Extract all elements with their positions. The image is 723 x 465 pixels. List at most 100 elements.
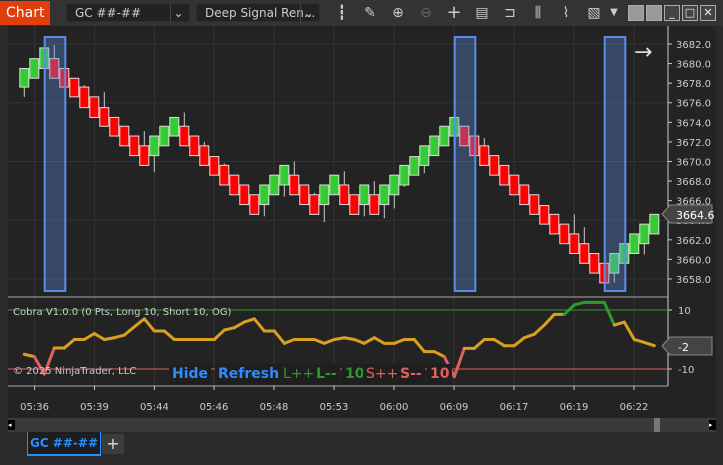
tab-instrument[interactable]: GC ##-## [27, 432, 101, 456]
price-tick-label: 3680.0 [676, 60, 711, 71]
candle-down [559, 223, 570, 245]
candle-up [379, 184, 390, 206]
close-icon[interactable]: ✕ [700, 5, 716, 21]
candle-down [539, 205, 550, 225]
candle-up [359, 184, 370, 206]
candle-down [179, 125, 190, 147]
crosshair-icon[interactable]: + [444, 3, 464, 23]
time-tick-label: 06:09 [440, 402, 469, 413]
template-selector[interactable]: Deep Signal Ren... ⌄ [196, 3, 320, 23]
candle-down [299, 184, 310, 206]
candle-down [519, 184, 530, 206]
candle-down [79, 86, 90, 109]
zoom-in-icon[interactable]: ⊕ [388, 3, 408, 23]
price-tick-label: 3670.0 [676, 157, 711, 168]
data-box-icon[interactable]: ▤ [472, 3, 492, 23]
horizontal-scrollbar[interactable]: ◂ ▸ [8, 418, 716, 432]
candle-down [199, 145, 210, 166]
short-plus-button[interactable]: S++ [363, 364, 402, 384]
tile-icon[interactable] [628, 5, 644, 21]
candle-down [209, 156, 220, 176]
candle-down [309, 194, 320, 215]
candle-down [549, 213, 560, 235]
candle-down [289, 174, 300, 196]
candle-up [269, 174, 280, 196]
price-tick-label: 3676.0 [676, 99, 711, 110]
strategies-icon[interactable]: ⌇ [556, 3, 576, 23]
candle-up [639, 223, 650, 245]
last-price-marker: 3664.6 [661, 204, 715, 224]
long-plus-button[interactable]: L++ [280, 364, 318, 384]
candle-up [149, 135, 160, 157]
chart-canvas[interactable]: 3682.0 3680.0 3678.0 3676.0 3674.0 3672.0 3670… [0, 26, 723, 418]
time-tick-label: 05:39 [80, 402, 109, 413]
candle-up [169, 116, 180, 137]
tile2-icon[interactable] [646, 5, 662, 21]
chart-trader-icon[interactable]: ▧ [584, 3, 604, 23]
candle-up [649, 213, 660, 235]
candle-down [589, 253, 600, 274]
candle-down [579, 243, 590, 264]
instrument-value: GC ##-## [75, 6, 142, 20]
price-tick-label: 3678.0 [676, 79, 711, 90]
price-tick-label: 3682.0 [676, 40, 711, 51]
short-qty[interactable]: 10 [427, 364, 453, 384]
instrument-selector[interactable]: GC ##-## ⌄ [66, 3, 190, 23]
title-bar: Chart GC ##-## ⌄ Deep Signal Ren... ⌄ ┇ ✎ … [0, 0, 723, 26]
signal-highlight-box [43, 36, 67, 292]
copyright-text: © 2025 NinjaTrader, LLC [13, 366, 136, 377]
hide-button[interactable]: Hide [169, 364, 212, 384]
candle-up [279, 164, 290, 186]
candle-down [249, 194, 260, 215]
add-tab-button[interactable]: + [102, 434, 124, 454]
candle-down [139, 145, 150, 166]
app-title[interactable]: Chart [0, 1, 51, 25]
scroll-right-icon[interactable]: ▸ [709, 420, 716, 430]
candle-up [159, 125, 170, 147]
time-tick-label: 06:22 [620, 402, 649, 413]
time-tick-label: 05:44 [140, 402, 169, 413]
time-tick-label: 06:00 [380, 402, 409, 413]
short-minus-button[interactable]: S-- [397, 364, 425, 384]
price-tick-label: 3662.0 [676, 236, 711, 247]
more-dropdown-icon[interactable]: ▼ [604, 3, 624, 23]
candle-down [569, 233, 580, 255]
indicator-value-marker: -2 [661, 336, 713, 356]
refresh-button[interactable]: Refresh [215, 364, 283, 384]
scroll-thumb[interactable] [654, 418, 660, 432]
candle-down [239, 184, 250, 206]
zoom-out-icon[interactable]: ⊖ [416, 3, 436, 23]
time-tick-label: 05:36 [20, 402, 49, 413]
chevron-down-icon: ⌄ [170, 4, 186, 23]
indicator-tick-label: 10 [678, 306, 691, 317]
candle-down [189, 135, 200, 157]
scroll-to-end-arrow-icon[interactable]: → [634, 40, 652, 65]
candle-up [419, 145, 430, 166]
time-tick-label: 05:46 [200, 402, 229, 413]
candle-down [89, 96, 100, 118]
chevron-down-icon: ⌄ [300, 4, 316, 23]
indicator-segment [102, 336, 116, 341]
properties-icon[interactable]: ⊐ [500, 3, 520, 23]
scroll-left-icon[interactable]: ◂ [8, 420, 15, 430]
candle-down [349, 194, 360, 215]
tab-bar: GC ##-## + [0, 432, 723, 465]
minimize-icon[interactable]: _ [664, 5, 680, 21]
signal-highlight-box [453, 36, 477, 292]
price-tick-label: 3672.0 [676, 138, 711, 149]
time-tick-label: 05:53 [320, 402, 349, 413]
indicator-tick-label: -10 [678, 365, 694, 376]
candle-up [19, 67, 30, 88]
bar-type-icon[interactable]: ┇ [332, 3, 352, 23]
long-minus-button[interactable]: L-- [313, 364, 340, 384]
candle-down [339, 184, 350, 206]
candle-down [499, 164, 510, 186]
price-tick-label: 3674.0 [676, 118, 711, 129]
pencil-icon[interactable]: ✎ [360, 3, 380, 23]
price-tick-label: 3658.0 [676, 275, 711, 286]
indicators-icon[interactable]: ⫼ [528, 3, 548, 23]
candle-down [509, 174, 520, 196]
maximize-icon[interactable]: □ [682, 5, 698, 21]
time-tick-label: 06:17 [500, 402, 529, 413]
time-tick-label: 05:48 [260, 402, 289, 413]
